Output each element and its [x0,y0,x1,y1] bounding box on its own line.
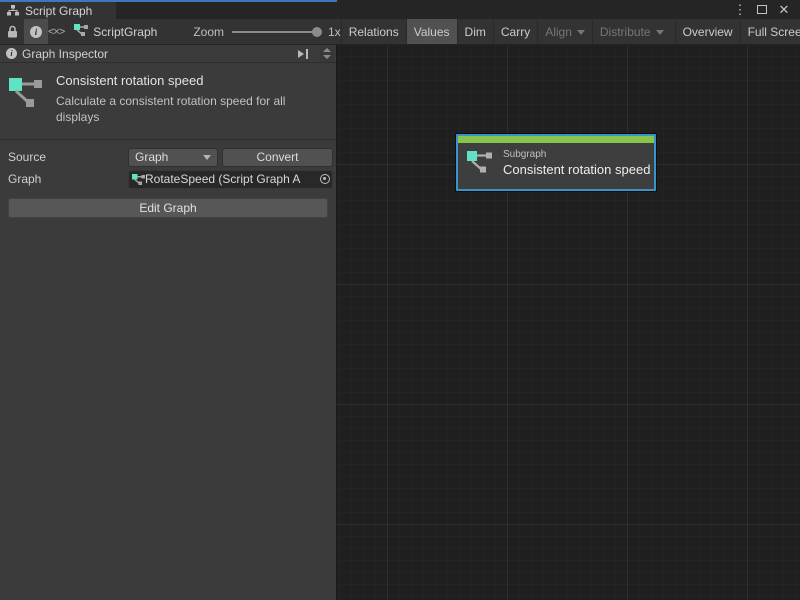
graph-object-field[interactable]: RotateSpeed (Script Graph A [128,170,333,189]
zoom-slider-handle[interactable] [312,27,322,37]
breadcrumb[interactable]: ScriptGraph [64,19,167,44]
graph-info-section: Consistent rotation speed Calculate a co… [0,63,336,131]
inspector-fields: Source Graph Convert Graph [0,140,336,190]
maximize-icon[interactable] [754,2,770,18]
graph-field-row: Graph [0,168,336,190]
window-menu-icon[interactable]: ⋮ [732,2,748,18]
subgraph-node[interactable]: Subgraph Consistent rotation speed [456,134,656,191]
align-dropdown[interactable]: Align [537,19,592,44]
zoom-slider-track [232,31,320,33]
graph-object-value: RotateSpeed (Script Graph A [145,172,317,186]
graph-description: Calculate a consistent rotation speed fo… [56,93,318,125]
title-bar: Script Graph ⋮ ✕ [0,0,800,19]
graph-canvas[interactable]: Subgraph Consistent rotation speed [337,45,800,600]
graph-info-text: Consistent rotation speed Calculate a co… [56,73,328,125]
source-label: Source [8,150,128,164]
source-dropdown[interactable]: Graph [128,148,218,167]
lock-icon[interactable] [0,19,24,44]
scroll-up-icon[interactable] [323,48,331,52]
focus-indicator [0,0,337,2]
window-controls: ⋮ ✕ [732,0,800,19]
node-text: Subgraph Consistent rotation speed [503,149,650,177]
inspector-title: Graph Inspector [22,47,289,61]
values-button[interactable]: Values [406,19,457,44]
source-field-row: Source Graph Convert [0,146,336,168]
left-tool-group: i [0,19,48,44]
breadcrumb-label: ScriptGraph [93,25,157,39]
node-body: Subgraph Consistent rotation speed [458,143,654,177]
graph-toolbar: i <×> ScriptGraph Zoom [0,19,800,45]
script-graph-node-icon [132,174,145,185]
dim-button[interactable]: Dim [457,19,493,44]
overview-button[interactable]: Overview [675,19,740,44]
subgraph-node-icon [467,149,494,177]
chevron-down-icon [656,30,664,35]
tab-title: Script Graph [25,4,92,18]
window-content: i Graph Inspector [0,45,800,600]
zoom-control: Zoom 1x [167,19,340,44]
relations-button[interactable]: Relations [341,19,406,44]
script-graph-window: Script Graph ⋮ ✕ i <×> [0,0,800,600]
graph-inspector-toggle-icon[interactable]: i [24,19,48,44]
zoom-label: Zoom [193,25,224,39]
distribute-dropdown[interactable]: Distribute [592,19,671,44]
titlebar-spacer [116,0,732,19]
graph-inspector-header: i Graph Inspector [0,45,336,63]
info-icon: i [6,48,17,59]
graph-title: Consistent rotation speed [56,73,328,88]
chevron-down-icon [203,155,211,160]
full-screen-button[interactable]: Full Screen [740,19,800,44]
script-graph-node-icon [74,24,88,39]
zoom-slider[interactable] [232,27,320,37]
csharp-preview-icon[interactable]: <×> [48,19,64,44]
convert-button[interactable]: Convert [222,148,333,167]
zoom-value: 1x [328,25,341,39]
edit-graph-button[interactable]: Edit Graph [8,198,328,218]
dock-panel-icon[interactable] [294,46,312,61]
node-color-bar [458,136,654,143]
graph-hierarchy-icon [7,5,19,16]
node-title: Consistent rotation speed [503,162,650,177]
close-icon[interactable]: ✕ [776,2,792,18]
object-picker-icon[interactable] [317,171,332,188]
graph-label: Graph [8,172,128,186]
view-option-buttons: Relations Values Dim Carry Align Distrib… [341,19,800,44]
panel-scroll-spinner[interactable] [320,46,334,62]
chevron-down-icon [577,30,585,35]
graph-inspector-panel: i Graph Inspector [0,45,337,600]
node-kind: Subgraph [503,149,650,160]
carry-button[interactable]: Carry [493,19,537,44]
scroll-down-icon[interactable] [323,55,331,59]
subgraph-icon [8,73,46,125]
tab-script-graph[interactable]: Script Graph [0,0,116,19]
